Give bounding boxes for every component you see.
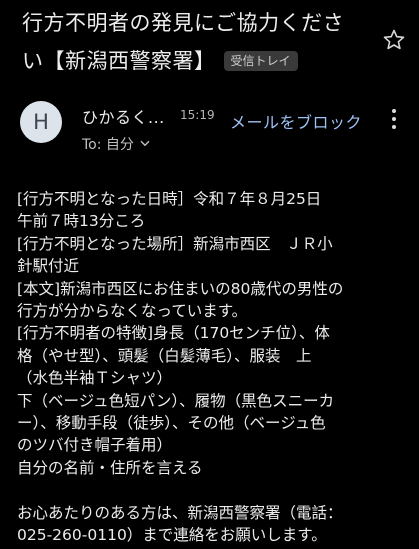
sender-name[interactable]: ひかるく... (82, 104, 165, 128)
body-line: [本文]新潟市西区にお住まいの80歳代の男性の (17, 279, 344, 298)
block-sender-button[interactable]: メールをブロック (230, 109, 362, 133)
body-line: [行方不明となった場所］新潟市西区 ＪＲ小 (17, 234, 333, 253)
chevron-down-icon (140, 140, 150, 147)
body-line: 下（ベージュ色短パン）、履物（黒色スニーカ (17, 391, 335, 410)
inbox-label-chip[interactable]: 受信トレイ (223, 51, 298, 71)
email-body: [行方不明となった日時］令和７年８月25日 午前７時13分ころ [行方不明となった場… (17, 188, 409, 546)
recipient-details-toggle[interactable]: To: 自分 (82, 134, 150, 154)
body-line: 針駅付近 (17, 257, 80, 276)
body-line: 午前７時13分ころ (17, 212, 146, 231)
body-line: 格（やせ型）、頭髪（白髪薄毛）、服装 上 (17, 346, 312, 365)
received-time: 15:19 (180, 108, 215, 122)
body-line: ー）、移動手段（徒歩）、その他（ベージュ色 (17, 414, 326, 433)
body-line: のツバ付き帽子着用） (17, 436, 173, 455)
body-line: 行方が分からなくなっています。 (17, 302, 248, 321)
body-line: （水色半袖Ｔシャツ） (17, 369, 173, 388)
body-line: お心あたりのある方は、新潟西警察署（電話： (17, 503, 343, 522)
recipient-text: To: 自分 (82, 137, 134, 153)
sender-avatar[interactable]: H (20, 101, 62, 143)
body-blank-line (17, 479, 409, 501)
body-line: 025-260-0110）まで連絡をお願いします。 (17, 526, 327, 545)
body-line: 自分の名前・住所を言える (17, 458, 203, 477)
star-icon[interactable] (382, 28, 406, 52)
body-line: [行方不明となった日時］令和７年８月25日 (17, 190, 322, 208)
body-line: [行方不明者の特徴]身長（170センチ位）、体 (17, 324, 330, 343)
email-subject: 行方不明者の発見にご協力ください【新潟西警察署】 受信トレイ (22, 4, 362, 80)
more-options-icon[interactable] (388, 109, 400, 131)
